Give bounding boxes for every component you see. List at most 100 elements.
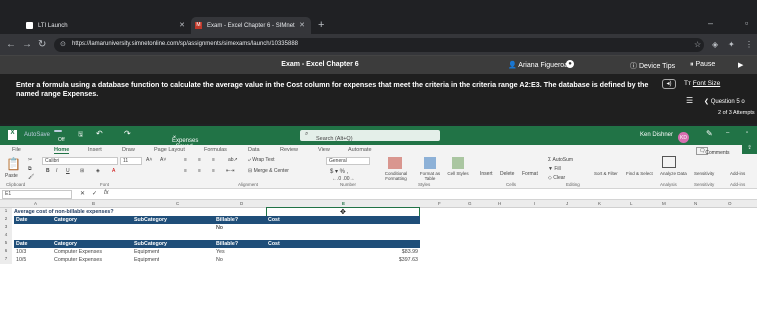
cell-styles-button[interactable]: Cell Styles (446, 171, 470, 176)
merge-center-button[interactable]: ⊟ Merge & Center (248, 168, 289, 174)
align-left-icon[interactable]: ≡ (184, 168, 187, 174)
criteria-header-cost[interactable]: Cost (266, 216, 420, 224)
table-cell[interactable]: 10/5 (16, 256, 26, 264)
col-d[interactable]: D (240, 201, 243, 206)
row-number[interactable]: 4 (0, 232, 12, 240)
font-size-button[interactable]: Tт Font Size (684, 80, 720, 87)
row-number[interactable]: 2 (0, 216, 12, 224)
db-header-category[interactable]: Category (52, 240, 132, 248)
col-k[interactable]: K (598, 201, 601, 206)
pause-button[interactable]: ⏸ Pause (690, 61, 715, 69)
cell-a1[interactable]: Average cost of non-billable expenses? (14, 208, 114, 216)
undo-icon[interactable]: ↶ (96, 129, 103, 138)
sensitivity-button[interactable]: Sensitivity (694, 171, 714, 176)
fill-color-icon[interactable]: ◈ (96, 168, 100, 174)
number-format-select[interactable]: General (326, 157, 370, 165)
table-cell[interactable]: Yes (216, 248, 225, 256)
criteria-header-category[interactable]: Category (52, 216, 132, 224)
align-right-icon[interactable]: ≡ (212, 168, 215, 174)
back-icon[interactable]: ← (6, 39, 16, 50)
conditional-formatting-button[interactable]: Conditional Formatting (376, 171, 416, 181)
format-cells-button[interactable]: Format (522, 171, 538, 177)
criteria-billable-value[interactable]: No (216, 224, 223, 232)
clear-button[interactable]: ◇ Clear (548, 175, 565, 181)
col-i[interactable]: I (534, 201, 535, 206)
col-o[interactable]: O (728, 201, 732, 206)
wrap-text-button[interactable]: ⤶ Wrap Text (248, 157, 275, 163)
insert-function-icon[interactable]: fx (104, 190, 109, 196)
col-c[interactable]: C (176, 201, 179, 206)
new-tab-icon[interactable]: + (318, 19, 324, 31)
row-number[interactable]: 1 (0, 208, 12, 216)
format-painter-icon[interactable]: 🖌 (28, 174, 34, 180)
avatar[interactable]: KD (678, 132, 689, 143)
italic-icon[interactable]: I (56, 168, 57, 174)
tab-home[interactable]: Home (54, 147, 70, 154)
sort-filter-button[interactable]: Sort & Filter (594, 171, 618, 176)
cancel-formula-icon[interactable]: ✕ (80, 190, 85, 197)
reload-icon[interactable]: ↻ (38, 39, 46, 50)
tab-insert[interactable]: Insert (88, 147, 102, 153)
browser-menu-icon[interactable]: ⋮ (745, 40, 753, 49)
indent-icon[interactable]: ⇤⇥ (226, 168, 234, 174)
col-j[interactable]: J (566, 201, 568, 206)
align-top-icon[interactable]: ≡ (184, 157, 187, 163)
table-cell[interactable]: Computer Expenses (54, 256, 102, 264)
table-cell[interactable]: Computer Expenses (54, 248, 102, 256)
table-cell[interactable]: $397.63 (266, 256, 418, 264)
col-l[interactable]: L (630, 201, 633, 206)
decrease-font-icon[interactable]: A˅ (160, 157, 166, 163)
find-select-button[interactable]: Find & Select (626, 171, 653, 176)
increase-font-icon[interactable]: A˄ (146, 157, 152, 163)
col-e[interactable]: E (342, 201, 345, 206)
align-center-icon[interactable]: ≡ (198, 168, 201, 174)
table-cell[interactable]: Equipment (134, 256, 159, 264)
table-cell[interactable]: 10/3 (16, 248, 26, 256)
criteria-header-billable[interactable]: Billable? (214, 216, 266, 224)
font-size-select[interactable]: 11 (120, 157, 142, 165)
save-icon[interactable]: 🖫 (78, 130, 83, 140)
minimize-window-icon[interactable]: – (708, 18, 713, 28)
restore-icon[interactable]: ▫ (746, 130, 748, 136)
paste-button[interactable]: Paste (5, 173, 18, 179)
share-icon[interactable]: ⇪ (742, 145, 757, 154)
formula-input[interactable] (118, 190, 754, 199)
align-middle-icon[interactable]: ≡ (198, 157, 201, 163)
bold-icon[interactable]: B (46, 168, 50, 174)
align-bottom-icon[interactable]: ≡ (212, 157, 215, 163)
add-ins-button[interactable]: Add-ins (730, 171, 745, 176)
db-header-date[interactable]: Date (14, 240, 52, 248)
font-color-icon[interactable]: A (112, 168, 115, 174)
user-name[interactable]: 👤 Ariana Figueroa (508, 61, 568, 69)
col-a[interactable]: A (34, 201, 37, 206)
conditional-formatting-icon[interactable] (388, 157, 402, 169)
tab-data[interactable]: Data (248, 147, 260, 153)
font-name-select[interactable]: Calibri (42, 157, 118, 165)
delete-cells-button[interactable]: Delete (500, 171, 514, 177)
tab-review[interactable]: Review (280, 147, 298, 153)
criteria-header-date[interactable]: Date (14, 216, 52, 224)
table-cell[interactable]: $83.99 (266, 248, 418, 256)
col-n[interactable]: N (694, 201, 697, 206)
col-h[interactable]: H (498, 201, 501, 206)
pen-icon[interactable]: ✎ (706, 129, 713, 138)
autosum-button[interactable]: Σ AutoSum (548, 157, 573, 163)
row-number[interactable]: 5 (0, 240, 12, 248)
accounting-format-icon[interactable]: $ ▾ % , (330, 168, 348, 175)
tab-view[interactable]: View (318, 147, 330, 153)
search-box[interactable]: ⌕ Search (Alt+Q) (300, 130, 440, 142)
tab-draw[interactable]: Draw (122, 147, 135, 153)
close-tab-icon[interactable]: ✕ (299, 21, 305, 29)
tab-file[interactable]: File (12, 147, 21, 153)
extension-icon[interactable]: ✦ (728, 40, 735, 49)
underline-icon[interactable]: U (66, 168, 70, 174)
cut-icon[interactable]: ✂ (28, 157, 32, 163)
insert-cells-button[interactable]: Insert (480, 171, 493, 177)
table-cell[interactable]: No (216, 256, 223, 264)
col-b[interactable]: B (92, 201, 95, 206)
criteria-header-subcategory[interactable]: SubCategory (132, 216, 214, 224)
confirm-formula-icon[interactable]: ✓ (92, 190, 97, 197)
cell-styles-icon[interactable] (452, 157, 464, 169)
menu-icon[interactable]: ☰ (686, 96, 693, 105)
device-tips-button[interactable]: ⓘ Device Tips (630, 61, 675, 71)
